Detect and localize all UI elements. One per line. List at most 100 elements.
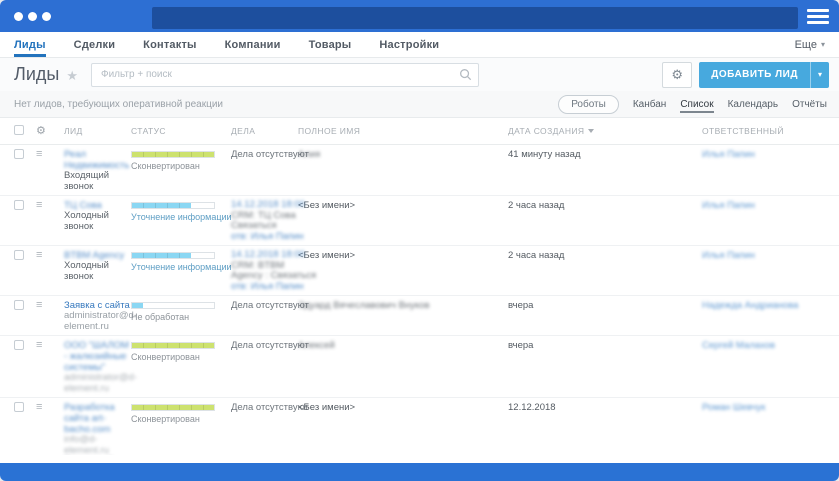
full-name-cell: Алия xyxy=(298,149,508,160)
row-menu-cell: ≡ xyxy=(36,402,64,413)
column-header[interactable]: ОТВЕТСТВЕННЫЙ xyxy=(702,126,839,136)
responsible-link[interactable]: Илья Папин xyxy=(702,250,755,261)
view-switcher: Роботы Канбан Список Календарь Отчёты xyxy=(558,93,827,115)
row-menu-cell: ≡ xyxy=(36,200,64,211)
activity-link[interactable]: 14.12.2018 18:00 xyxy=(231,249,305,261)
app-window: Лиды Сделки Контакты Компании Товары Настройк… xyxy=(0,0,839,481)
activity-cell: Дела отсутствуют xyxy=(231,340,309,351)
view-tab-calendar[interactable]: Календарь xyxy=(728,93,778,115)
select-all-checkbox[interactable] xyxy=(14,124,24,135)
add-lead-button[interactable]: ДОБАВИТЬ ЛИД ▾ xyxy=(699,61,829,88)
toolbar: Лиды ★ ⚙ ДОБАВИТЬ ЛИД ▾ xyxy=(0,58,839,91)
column-header-label: ОТВЕТСТВЕННЫЙ xyxy=(702,126,784,136)
column-header[interactable]: ПОЛНОЕ ИМЯ xyxy=(298,126,508,136)
status-cell: Сконвертирован xyxy=(131,340,231,363)
responsible-link[interactable]: Роман Шевчук xyxy=(702,402,765,413)
add-lead-dropdown[interactable]: ▾ xyxy=(809,61,829,88)
created-date-cell: 2 часа назад xyxy=(508,250,565,261)
status-label: Сконвертирован xyxy=(131,414,200,424)
status-cell: Уточнение информации xyxy=(131,250,232,273)
nav-tab-contacts[interactable]: Контакты xyxy=(143,32,196,57)
column-header-label: ДАТА СОЗДАНИЯ xyxy=(508,126,585,136)
row-checkbox[interactable] xyxy=(14,340,24,350)
responsible-link[interactable]: Сергей Малахов xyxy=(702,340,775,351)
activity-line: Связаться xyxy=(231,220,277,231)
row-menu-icon[interactable]: ≡ xyxy=(36,199,42,211)
table-row: ≡ ООО "ШАЛОМ - жалюзийные системы" adminis… xyxy=(0,336,839,398)
row-menu-icon[interactable]: ≡ xyxy=(36,148,42,160)
topbar-blurred-region xyxy=(152,7,798,29)
settings-gear-button[interactable]: ⚙ xyxy=(662,61,693,88)
search-input[interactable] xyxy=(90,62,479,87)
column-header[interactable]: ДАТА СОЗДАНИЯ xyxy=(508,126,702,136)
column-header-label: СТАТУС xyxy=(131,126,166,136)
row-menu-icon[interactable]: ≡ xyxy=(36,249,42,261)
lead-subtext: info@d-element.ru xyxy=(64,434,109,455)
activity-link[interactable]: отв: Илья Папин xyxy=(231,231,304,243)
row-menu-icon[interactable]: ≡ xyxy=(36,339,42,351)
favorite-star-icon[interactable]: ★ xyxy=(66,68,78,84)
grid-settings-gear-icon[interactable]: ⚙ xyxy=(36,125,46,137)
nav-tab-leads[interactable]: Лиды xyxy=(14,32,46,57)
activity-link[interactable]: отв: Илья Папин xyxy=(231,281,304,293)
lead-cell: ООО "ШАЛОМ - жалюзийные системы" administ… xyxy=(64,340,137,394)
nav-tab-deals[interactable]: Сделки xyxy=(74,32,116,57)
nav-tab-products[interactable]: Товары xyxy=(309,32,352,57)
row-checkbox-cell xyxy=(0,402,36,415)
lead-subtext: administrator@d-element.ru xyxy=(64,310,137,332)
row-checkbox[interactable] xyxy=(14,402,24,412)
responsible-link[interactable]: Илья Папин xyxy=(702,149,755,160)
nav-tab-companies[interactable]: Компании xyxy=(225,32,281,57)
responsible-cell: Роман Шевчук xyxy=(702,402,839,413)
lead-link[interactable]: Реал Недвижимость xyxy=(64,149,131,171)
sort-chevron-down-icon xyxy=(588,129,595,133)
column-header-label: ЛИД xyxy=(64,126,83,136)
status-progress-fill xyxy=(132,253,192,258)
column-header[interactable]: ДЕЛА xyxy=(231,126,298,136)
more-menu[interactable]: Еще ▾ xyxy=(795,32,825,57)
activity-cell: Дела отсутствуют xyxy=(231,149,309,160)
created-date-cell: вчера xyxy=(508,300,534,311)
row-checkbox[interactable] xyxy=(14,200,24,210)
lead-subtext: Холодный звонок xyxy=(64,210,109,232)
robots-button[interactable]: Роботы xyxy=(558,94,619,114)
chevron-down-icon: ▾ xyxy=(820,40,825,49)
empty-leads-message: Нет лидов, требующих оперативной реакции xyxy=(14,98,224,110)
view-tab-kanban[interactable]: Канбан xyxy=(633,93,667,115)
row-menu-cell: ≡ xyxy=(36,250,64,261)
view-tab-list[interactable]: Список xyxy=(680,93,714,115)
row-checkbox[interactable] xyxy=(14,300,24,310)
topbar xyxy=(0,0,839,32)
status-progress-fill xyxy=(132,405,214,410)
responsible-link[interactable]: Надежда Андрианова xyxy=(702,300,798,311)
lead-link[interactable]: ООО "ШАЛОМ - жалюзийные системы" xyxy=(64,340,131,373)
nav-tab-settings[interactable]: Настройки xyxy=(379,32,439,57)
table-row: ≡ Реал Недвижимость Входящий звонок Сконвер… xyxy=(0,145,839,196)
status-label: Уточнение информации xyxy=(131,262,232,272)
full-name-cell: Алексей xyxy=(298,340,508,351)
main-nav: Лиды Сделки Контакты Компании Товары Настройк… xyxy=(0,32,839,58)
status-progress-bar xyxy=(131,342,215,349)
lead-cell: Реал Недвижимость Входящий звонок xyxy=(64,149,131,192)
activity-link[interactable]: 14.12.2018 18:00 xyxy=(231,199,305,211)
column-header[interactable]: ЛИД xyxy=(64,126,131,136)
status-progress-fill xyxy=(132,203,192,208)
lead-link[interactable]: BTBM Agency xyxy=(64,250,131,261)
row-menu-cell: ≡ xyxy=(36,149,64,160)
row-menu-icon[interactable]: ≡ xyxy=(36,401,42,413)
row-checkbox[interactable] xyxy=(14,149,24,159)
lead-link[interactable]: Разработка сайта art-bacho.com xyxy=(64,402,131,435)
view-tab-reports[interactable]: Отчёты xyxy=(792,93,827,115)
lead-link[interactable]: ТЦ Сова xyxy=(64,200,131,211)
status-cell: Уточнение информации xyxy=(131,200,232,223)
row-menu-cell: ≡ xyxy=(36,300,64,311)
table-row: ≡ Заявка с сайта administrator@d-element.r… xyxy=(0,296,839,336)
row-menu-icon[interactable]: ≡ xyxy=(36,299,42,311)
responsible-link[interactable]: Илья Папин xyxy=(702,200,755,211)
hamburger-menu-icon[interactable] xyxy=(807,9,829,24)
table-row: ≡ BTBM Agency Холодный звонок Уточнение инф… xyxy=(0,246,839,296)
status-progress-bar xyxy=(131,404,215,411)
column-header[interactable]: СТАТУС xyxy=(131,126,231,136)
row-checkbox[interactable] xyxy=(14,250,24,260)
status-label: Сконвертирован xyxy=(131,352,200,362)
